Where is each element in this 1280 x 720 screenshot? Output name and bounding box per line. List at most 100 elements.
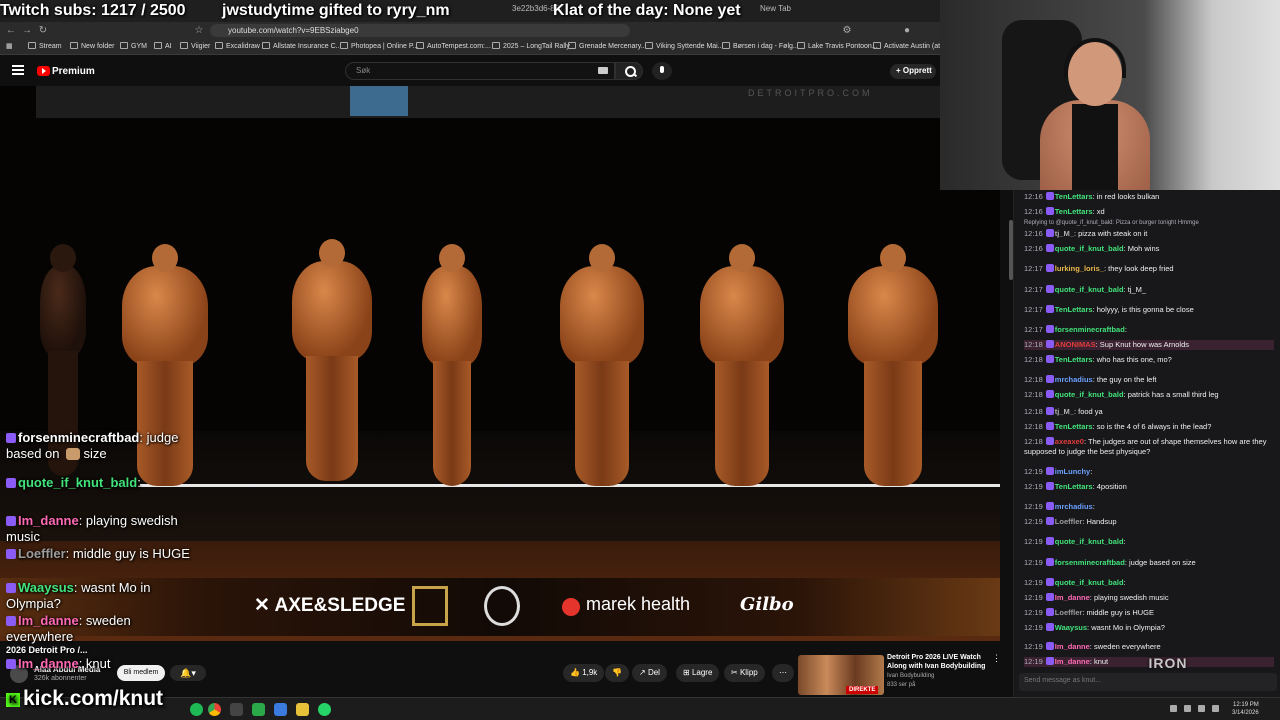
chat-message[interactable]: 12:18 TenLettars: so is the 4 of 6 always… <box>1024 422 1274 432</box>
youtube-logo-icon[interactable] <box>37 66 50 76</box>
extension-icon[interactable]: ⚙ <box>840 24 854 37</box>
tray-icon[interactable] <box>1170 705 1177 712</box>
chat-username[interactable]: axeaxe0 <box>1055 437 1084 446</box>
chat-message[interactable]: 12:19 Waaysus: wasnt Mo in Olympia? <box>1024 623 1274 633</box>
chat-username[interactable]: Loeffler <box>1055 608 1083 617</box>
clip-button[interactable]: ✂ Klipp <box>724 664 765 682</box>
folder-icon[interactable] <box>296 703 309 716</box>
chat-message[interactable]: 12:18 mrchadius: the guy on the left <box>1024 375 1274 385</box>
app-icon[interactable] <box>274 703 287 716</box>
app-icon[interactable] <box>252 703 265 716</box>
kebab-menu-icon[interactable]: ⋮ <box>992 653 1001 664</box>
chat-username[interactable]: Im_danne <box>1055 657 1090 666</box>
chat-message[interactable]: 12:18 tj_M_: food ya <box>1024 407 1274 417</box>
chat-username[interactable]: TenLettars <box>1055 422 1093 431</box>
spotify-icon[interactable] <box>190 703 203 716</box>
apps-icon[interactable]: ▦ <box>6 42 13 50</box>
chat-message[interactable]: 12:18 TenLettars: who has this one, mo? <box>1024 355 1274 365</box>
bookmark-item[interactable]: Viigier <box>180 42 210 50</box>
volume-icon[interactable] <box>1212 705 1219 712</box>
bookmark-item[interactable]: AI <box>154 42 172 50</box>
chat-message[interactable]: 12:19 Loeffler: Handsup <box>1024 517 1274 527</box>
chat-username[interactable]: mrchadius <box>1055 375 1093 384</box>
chat-message[interactable]: 12:19 quote_if_knut_bald: <box>1024 537 1274 547</box>
chat-username[interactable]: forsenminecraftbad <box>1055 325 1125 334</box>
share-button[interactable]: ↗ Del <box>632 664 667 682</box>
chat-username[interactable]: quote_if_knut_bald <box>1055 244 1124 253</box>
chat-username[interactable]: TenLettars <box>1055 482 1093 491</box>
chat-message[interactable]: 12:17 lurking_loris_: they look deep frie… <box>1024 264 1274 274</box>
chat-username[interactable]: forsenminecraftbad <box>1055 558 1125 567</box>
bookmark-item[interactable]: 2025 – LongTail Rally <box>492 42 570 50</box>
chat-username[interactable]: Waaysus <box>1055 623 1087 632</box>
chat-username[interactable]: TenLettars <box>1055 192 1093 201</box>
chat-message[interactable]: 12:18 quote_if_knut_bald: patrick has a s… <box>1024 390 1274 400</box>
chat-message[interactable]: 12:16 TenLettars: xd <box>1024 207 1274 217</box>
chat-message[interactable]: supposed to judge the best physique? <box>1024 447 1274 457</box>
bookmark-item[interactable]: Børsen i dag - Følg... <box>722 42 799 50</box>
like-button[interactable]: 👍 1,9k <box>563 664 605 682</box>
chat-username[interactable]: lurking_loris_ <box>1055 264 1104 273</box>
chat-message[interactable]: 12:19 TenLettars: 4position <box>1024 482 1274 492</box>
chat-message[interactable]: 12:18 ANONIMAS: Sup Knut how was Arnolds <box>1024 340 1274 350</box>
bookmark-item[interactable]: New folder <box>70 42 114 50</box>
microphone-icon[interactable] <box>652 62 672 80</box>
chat-username[interactable]: quote_if_knut_bald <box>1055 578 1124 587</box>
chat-username[interactable]: imLunchy <box>1055 467 1090 476</box>
chat-message[interactable]: 12:16 TenLettars: in red looks bulkan <box>1024 192 1274 202</box>
chat-message[interactable]: 12:17 TenLettars: holyyy, is this gonna b… <box>1024 305 1274 315</box>
chat-username[interactable]: Loeffler <box>1055 517 1083 526</box>
url-field[interactable]: youtube.com/watch?v=9EBSziabge0 <box>210 24 630 37</box>
chat-username[interactable]: Im_danne <box>1055 593 1090 602</box>
hamburger-menu-icon[interactable] <box>12 65 24 75</box>
bookmark-item[interactable]: GYM <box>120 42 147 50</box>
more-actions-icon[interactable]: ⋯ <box>772 664 794 682</box>
chat-message[interactable]: 12:19 forsenminecraftbad: judge based on … <box>1024 558 1274 568</box>
chat-username[interactable]: quote_if_knut_bald <box>1055 390 1124 399</box>
dislike-button[interactable]: 👎 <box>605 664 629 682</box>
chat-message[interactable]: 12:18 axeaxe0: The judges are out of shap… <box>1024 437 1274 447</box>
chat-message[interactable]: 12:19 Im_danne: playing swedish music <box>1024 593 1274 603</box>
bookmark-item[interactable]: Allstate Insurance C... <box>262 42 341 50</box>
chat-username[interactable]: ANONIMAS <box>1055 340 1096 349</box>
recommended-title[interactable]: Detroit Pro 2026 LIVE Watch Along with I… <box>887 653 987 671</box>
chat-username[interactable]: TenLettars <box>1055 207 1093 216</box>
bookmark-item[interactable]: Excalidraw <box>215 42 260 50</box>
create-button[interactable]: + Opprett <box>890 64 936 79</box>
keyboard-icon[interactable] <box>598 67 608 74</box>
chat-message[interactable]: 12:17 quote_if_knut_bald: tj_M_ <box>1024 285 1274 295</box>
clock[interactable]: 12:19 PM 3/14/2026 <box>1232 701 1259 717</box>
chat-username[interactable]: tj_M_ <box>1055 229 1074 238</box>
save-button[interactable]: ⊞ Lagre <box>676 664 720 682</box>
reload-icon[interactable]: ↻ <box>36 24 50 37</box>
tray-icon[interactable] <box>1184 705 1191 712</box>
chat-message[interactable]: 12:16 quote_if_knut_bald: Moh wins <box>1024 244 1274 254</box>
bookmark-item[interactable]: Photopea | Online P... <box>340 42 418 50</box>
browser-tab-new[interactable]: New Tab <box>760 4 820 20</box>
app-icon[interactable] <box>230 703 243 716</box>
whatsapp-icon[interactable] <box>318 703 331 716</box>
bookmark-item[interactable]: Viking Syttende Mai... <box>645 42 724 50</box>
chat-message[interactable]: 12:19 Loeffler: middle guy is HUGE <box>1024 608 1274 618</box>
recommended-channel[interactable]: Ivan Bodybuilding <box>887 673 934 679</box>
bookmark-item[interactable]: Stream <box>28 42 62 50</box>
profile-icon[interactable]: ● <box>900 24 914 37</box>
chrome-icon[interactable] <box>208 703 221 716</box>
search-input[interactable]: Søk <box>345 62 615 80</box>
forward-icon[interactable]: → <box>20 24 34 37</box>
back-icon[interactable]: ← <box>4 24 18 37</box>
recommended-video[interactable]: DIREKTE Detroit Pro 2026 LIVE Watch Alon… <box>798 653 1001 695</box>
chat-username[interactable]: quote_if_knut_bald <box>1055 285 1124 294</box>
chat-username[interactable]: TenLettars <box>1055 355 1093 364</box>
bookmark-star-icon[interactable]: ☆ <box>192 24 206 37</box>
bookmark-item[interactable]: AutoTempest.com:... <box>416 42 491 50</box>
youtube-logo-text[interactable]: Premium <box>52 66 95 77</box>
chat-username[interactable]: Im_danne <box>1055 642 1090 651</box>
chat-message[interactable]: 12:19 imLunchy: <box>1024 467 1274 477</box>
chat-username[interactable]: mrchadius <box>1055 502 1093 511</box>
chat-username[interactable]: quote_if_knut_bald <box>1055 537 1124 546</box>
bookmark-item[interactable]: Lake Travis Pontoon... <box>797 42 878 50</box>
chat-message[interactable]: 12:19 mrchadius: <box>1024 502 1274 512</box>
search-icon[interactable] <box>615 62 643 80</box>
bookmark-item[interactable]: Grenade Mercenary... <box>568 42 647 50</box>
